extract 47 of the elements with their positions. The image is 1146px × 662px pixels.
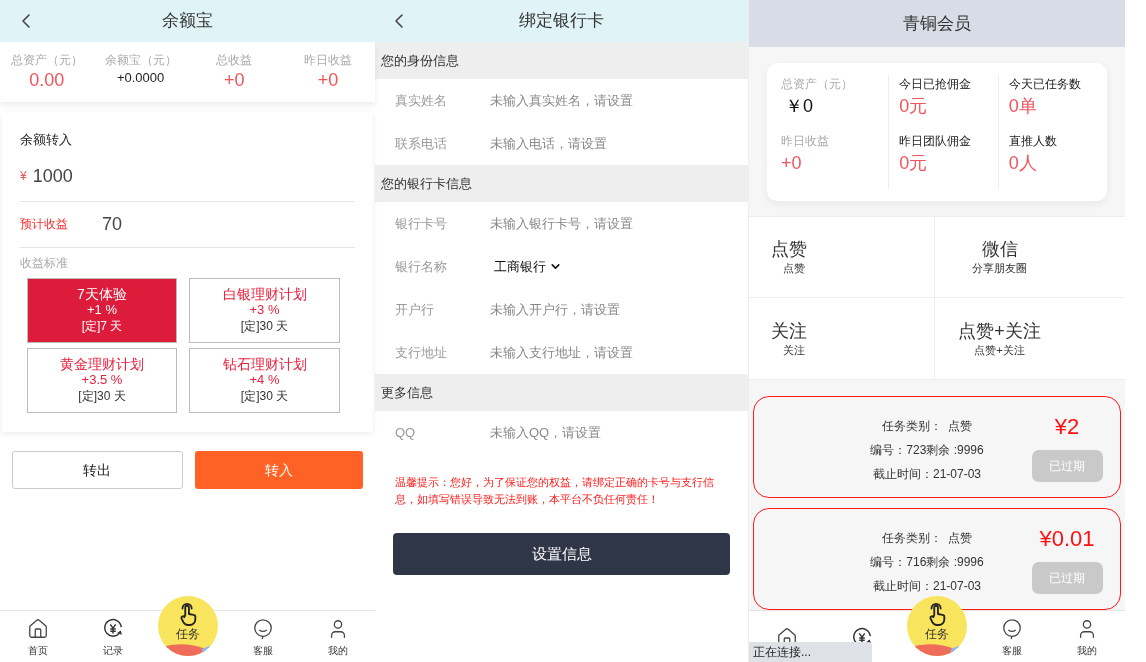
stat-value: +0 (317, 69, 339, 92)
stat-value: 0元 (899, 152, 929, 175)
section-label: 余额转入 (20, 131, 73, 149)
section-label: 收益标准 (20, 254, 69, 272)
field-label: QQ (395, 423, 417, 442)
task-detail: 截止时间：21-07-03 (872, 466, 981, 483)
stat-value: ￥0 (784, 95, 814, 118)
estimate-value: 70 (102, 212, 123, 236)
stat-value: +0 (781, 152, 803, 175)
field-label: 联系电话 (395, 134, 448, 153)
field-label: 开户行 (395, 300, 435, 319)
stat-value: 0人 (1008, 152, 1038, 175)
page-title: 绑定银行卡 (519, 10, 604, 33)
stat-value: +0 (224, 69, 245, 92)
stat-label: 直推人数 (1008, 133, 1058, 150)
section-header: 更多信息 (375, 374, 748, 411)
stat-label: 昨日收益 (781, 133, 830, 150)
task-price: ¥2 (1054, 413, 1080, 441)
task-detail: 编号：723剩余 :9996 (870, 442, 984, 459)
stat-label: 昨日团队佣金 (899, 133, 973, 150)
stat-value: 0.00 (29, 69, 65, 92)
task-price: ¥0.01 (1039, 525, 1095, 553)
page-title: 余额宝 (162, 10, 213, 33)
task-detail: 任务类别： 点赞 (881, 418, 973, 435)
section-header: 您的银行卡信息 (375, 165, 748, 202)
task-detail: 截止时间：21-07-03 (872, 578, 981, 595)
task-detail: 编号：716剩余 :9996 (870, 554, 984, 571)
stat-label: 今日已抢佣金 (899, 76, 973, 93)
status-overlay: 正在连接... (749, 642, 872, 662)
field-label: 银行名称 (395, 257, 448, 276)
stat-value: 0元 (899, 95, 929, 118)
stat-value: +0.0000 (116, 69, 165, 87)
stat-label: 余额宝（元） (104, 52, 177, 68)
notice-text: 温馨提示：您好，为了保证您的权益，请绑定正确的卡号与支行信息，如填写错误导致无法到账，本平台不负任何责任！ (394, 475, 715, 507)
stat-label: 总收益 (216, 52, 253, 68)
stat-label: 昨日收益 (304, 52, 353, 68)
section-header: 您的身份信息 (375, 42, 748, 79)
estimate-label: 预计收益 (20, 216, 69, 233)
field-label: 支行地址 (395, 343, 448, 362)
field-label: 真实姓名 (395, 91, 448, 110)
page-title: 青铜会员 (903, 12, 971, 35)
field-label: 银行卡号 (395, 214, 448, 233)
stat-label: 总资产（元） (10, 52, 83, 68)
task-detail: 任务类别： 点赞 (881, 530, 973, 547)
stat-label: 总资产（元） (781, 76, 854, 93)
stat-value: 0单 (1008, 95, 1038, 118)
stat-label: 今天已任务数 (1008, 76, 1082, 93)
